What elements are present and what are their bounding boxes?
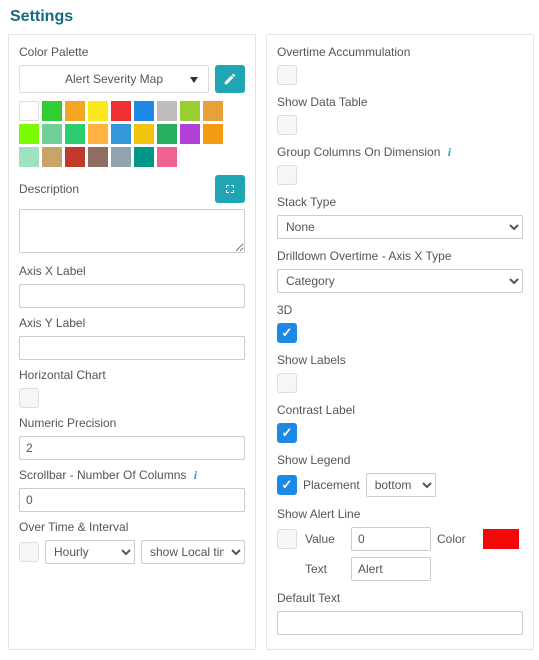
- expand-icon: [224, 183, 236, 195]
- color-swatch[interactable]: [42, 147, 62, 167]
- show-legend-label: Show Legend: [277, 453, 523, 467]
- color-swatch[interactable]: [180, 124, 200, 144]
- alert-value-input[interactable]: [351, 527, 431, 551]
- alert-color-label: Color: [437, 532, 477, 546]
- three-d-checkbox[interactable]: [277, 323, 297, 343]
- color-swatch[interactable]: [157, 124, 177, 144]
- numeric-precision-label: Numeric Precision: [19, 416, 245, 430]
- drilldown-axisx-select[interactable]: Category: [277, 269, 523, 293]
- color-swatch[interactable]: [88, 147, 108, 167]
- axis-y-label: Axis Y Label: [19, 316, 245, 330]
- color-swatch[interactable]: [19, 101, 39, 121]
- show-alert-line-label: Show Alert Line: [277, 507, 523, 521]
- group-columns-checkbox[interactable]: [277, 165, 297, 185]
- color-swatch[interactable]: [111, 124, 131, 144]
- contrast-label-label: Contrast Label: [277, 403, 523, 417]
- expand-description-button[interactable]: [215, 175, 245, 203]
- placement-select[interactable]: bottom: [366, 473, 436, 497]
- description-input[interactable]: [19, 209, 245, 253]
- contrast-label-checkbox[interactable]: [277, 423, 297, 443]
- pencil-icon: [223, 72, 237, 86]
- info-icon[interactable]: i: [194, 468, 206, 480]
- info-icon[interactable]: i: [448, 145, 460, 157]
- color-swatch[interactable]: [19, 147, 39, 167]
- show-labels-label: Show Labels: [277, 353, 523, 367]
- color-swatch[interactable]: [111, 101, 131, 121]
- color-swatch[interactable]: [134, 101, 154, 121]
- show-alert-line-checkbox[interactable]: [277, 529, 297, 549]
- three-d-label: 3D: [277, 303, 523, 317]
- color-swatch[interactable]: [157, 101, 177, 121]
- show-data-table-checkbox[interactable]: [277, 115, 297, 135]
- horizontal-chart-label: Horizontal Chart: [19, 368, 245, 382]
- page-title: Settings: [10, 8, 539, 26]
- color-swatches: [19, 101, 245, 167]
- description-label: Description: [19, 182, 79, 196]
- show-data-table-label: Show Data Table: [277, 95, 523, 109]
- scrollbar-columns-input[interactable]: [19, 488, 245, 512]
- localtime-select[interactable]: show Local time: [141, 540, 245, 564]
- color-swatch[interactable]: [42, 124, 62, 144]
- color-swatch[interactable]: [65, 101, 85, 121]
- drilldown-axisx-label: Drilldown Overtime - Axis X Type: [277, 249, 523, 263]
- color-swatch[interactable]: [111, 147, 131, 167]
- group-columns-label: Group Columns On Dimension i: [277, 145, 523, 159]
- color-swatch[interactable]: [157, 147, 177, 167]
- color-swatch[interactable]: [65, 124, 85, 144]
- color-swatch[interactable]: [134, 124, 154, 144]
- caret-down-icon: [190, 72, 198, 86]
- show-labels-checkbox[interactable]: [277, 373, 297, 393]
- color-swatch[interactable]: [203, 124, 223, 144]
- color-swatch[interactable]: [42, 101, 62, 121]
- alert-text-input[interactable]: [351, 557, 431, 581]
- scrollbar-columns-label: Scrollbar - Number Of Columns i: [19, 468, 245, 482]
- left-panel: Color Palette Alert Severity Map Descrip…: [8, 34, 256, 650]
- right-panel: Overtime Accummulation Show Data Table G…: [266, 34, 534, 650]
- numeric-precision-input[interactable]: [19, 436, 245, 460]
- color-swatch[interactable]: [88, 124, 108, 144]
- alert-text-label: Text: [305, 562, 345, 576]
- axis-y-input[interactable]: [19, 336, 245, 360]
- palette-select[interactable]: Alert Severity Map: [19, 65, 209, 93]
- color-swatch[interactable]: [88, 101, 108, 121]
- placement-label: Placement: [303, 478, 360, 492]
- color-swatch[interactable]: [180, 101, 200, 121]
- color-swatch[interactable]: [65, 147, 85, 167]
- palette-selected-value: Alert Severity Map: [65, 72, 163, 86]
- axis-x-label: Axis X Label: [19, 264, 245, 278]
- color-swatch[interactable]: [19, 124, 39, 144]
- overtime-accum-checkbox[interactable]: [277, 65, 297, 85]
- alert-color-chip[interactable]: [483, 529, 519, 549]
- default-text-label: Default Text: [277, 591, 523, 605]
- alert-value-label: Value: [305, 532, 345, 546]
- color-palette-label: Color Palette: [19, 45, 245, 59]
- show-legend-checkbox[interactable]: [277, 475, 297, 495]
- color-swatch[interactable]: [203, 101, 223, 121]
- default-text-input[interactable]: [277, 611, 523, 635]
- color-swatch[interactable]: [134, 147, 154, 167]
- edit-palette-button[interactable]: [215, 65, 245, 93]
- stack-type-label: Stack Type: [277, 195, 523, 209]
- horizontal-chart-checkbox[interactable]: [19, 388, 39, 408]
- overtime-interval-checkbox[interactable]: [19, 542, 39, 562]
- overtime-interval-label: Over Time & Interval: [19, 520, 245, 534]
- overtime-interval-select[interactable]: Hourly: [45, 540, 135, 564]
- overtime-accum-label: Overtime Accummulation: [277, 45, 523, 59]
- stack-type-select[interactable]: None: [277, 215, 523, 239]
- axis-x-input[interactable]: [19, 284, 245, 308]
